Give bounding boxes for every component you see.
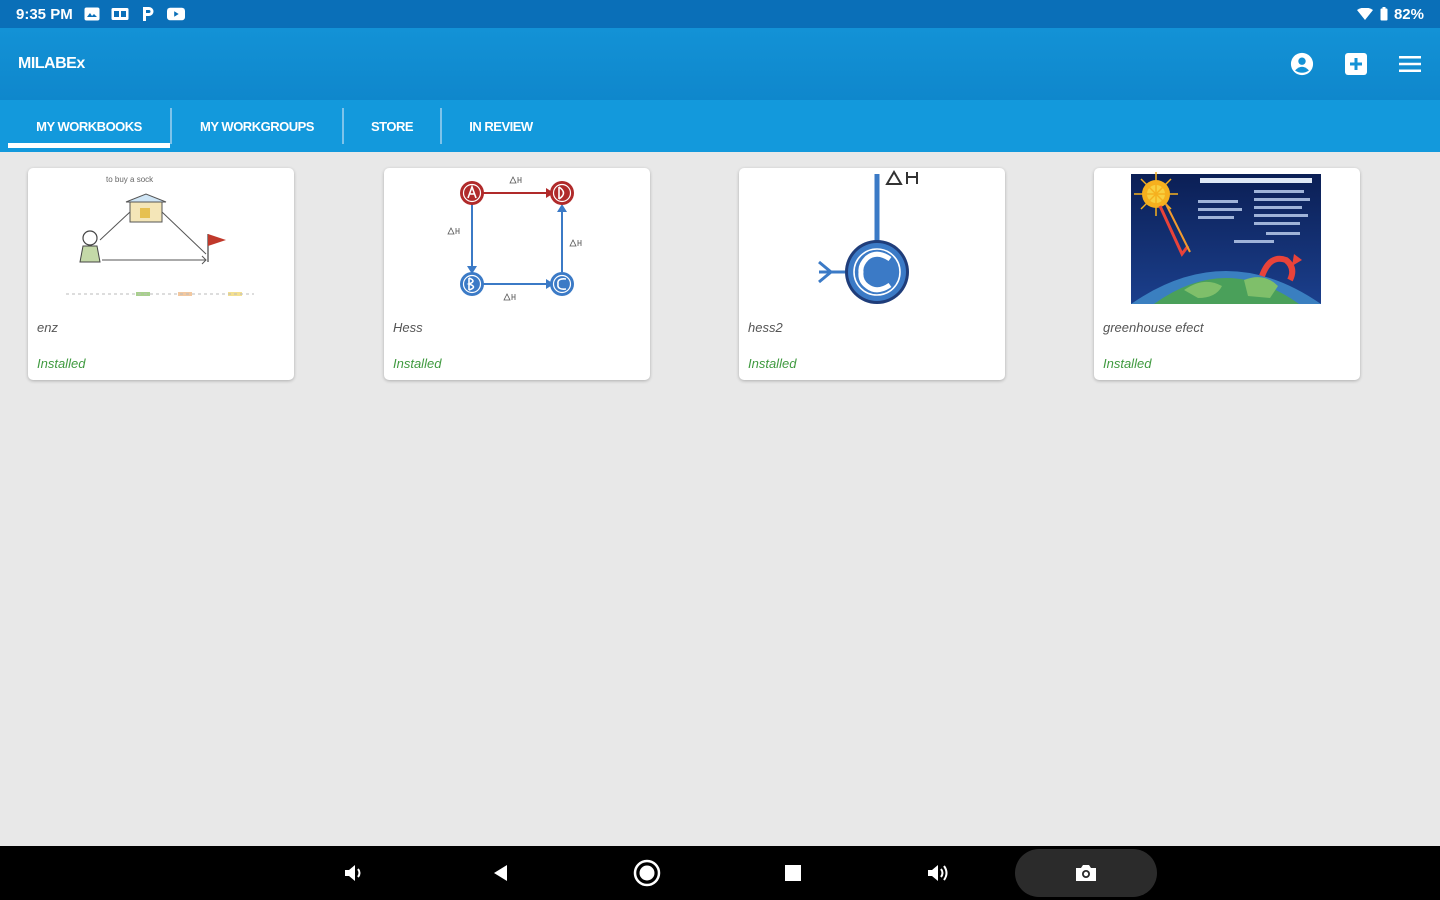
app-actions bbox=[1290, 52, 1422, 76]
recents-button[interactable] bbox=[779, 859, 807, 887]
volume-down-icon bbox=[345, 865, 361, 881]
tab-in-review[interactable]: IN REVIEW bbox=[442, 100, 560, 152]
screenshot-button[interactable] bbox=[1015, 849, 1157, 897]
app-bar: MILABEx bbox=[0, 28, 1440, 100]
screenshot-icon bbox=[1076, 865, 1096, 881]
parking-icon bbox=[139, 7, 157, 21]
add-icon bbox=[1345, 53, 1367, 75]
account-button[interactable] bbox=[1290, 52, 1314, 76]
workbook-status: Installed bbox=[748, 356, 797, 371]
tab-label: MY WORKGROUPS bbox=[200, 118, 314, 134]
status-right: 82% bbox=[1356, 6, 1424, 23]
workbook-card-hess[interactable]: Hess Installed bbox=[384, 168, 650, 380]
battery-level: 82% bbox=[1393, 5, 1424, 23]
back-icon bbox=[494, 865, 507, 881]
volume-up-button[interactable] bbox=[925, 859, 953, 887]
status-left: 9:35 PM bbox=[16, 6, 185, 23]
tab-label: IN REVIEW bbox=[469, 118, 533, 134]
menu-button[interactable] bbox=[1398, 52, 1422, 76]
wifi-icon bbox=[1356, 7, 1374, 21]
workbook-title: enz bbox=[37, 320, 58, 335]
image-icon bbox=[83, 7, 101, 21]
system-nav-bar bbox=[0, 846, 1440, 900]
workbook-status: Installed bbox=[1103, 356, 1152, 371]
picture-icon bbox=[111, 7, 129, 21]
workbook-card-enz[interactable]: to buy a sock enz Installed bbox=[28, 168, 294, 380]
recents-icon bbox=[785, 865, 801, 881]
workbook-status: Installed bbox=[393, 356, 442, 371]
workbook-title: hess2 bbox=[748, 320, 783, 335]
tab-label: MY WORKBOOKS bbox=[36, 118, 142, 134]
back-button[interactable] bbox=[486, 859, 514, 887]
workbook-card-greenhouse[interactable]: greenhouse efect Installed bbox=[1094, 168, 1360, 380]
volume-down-button[interactable] bbox=[340, 859, 368, 887]
workbook-status: Installed bbox=[37, 356, 86, 371]
account-icon bbox=[1290, 52, 1314, 76]
workbook-title: greenhouse efect bbox=[1103, 320, 1204, 335]
tab-label: STORE bbox=[370, 118, 414, 134]
status-time: 9:35 PM bbox=[16, 5, 73, 23]
home-button[interactable] bbox=[633, 859, 661, 887]
workbook-card-hess2[interactable]: hess2 Installed bbox=[739, 168, 1005, 380]
app-title: MILABEx bbox=[18, 55, 85, 72]
volume-up-icon bbox=[928, 865, 948, 881]
hess2-thumbnail bbox=[818, 170, 918, 304]
add-button[interactable] bbox=[1344, 52, 1368, 76]
tab-store[interactable]: STORE bbox=[344, 100, 440, 152]
home-icon bbox=[633, 859, 661, 887]
hess-thumbnail bbox=[447, 176, 582, 301]
battery-icon bbox=[1380, 7, 1388, 21]
thumb-caption: to buy a sock bbox=[106, 175, 154, 184]
enz-thumbnail: to buy a sock bbox=[66, 175, 254, 296]
youtube-icon bbox=[166, 7, 185, 21]
workbook-title: Hess bbox=[393, 320, 423, 335]
greenhouse-thumbnail bbox=[1131, 172, 1321, 304]
menu-icon bbox=[1399, 56, 1421, 72]
status-bar: 9:35 PM 82% bbox=[0, 0, 1440, 28]
tab-my-workbooks[interactable]: MY WORKBOOKS bbox=[8, 100, 170, 152]
tab-my-workgroups[interactable]: MY WORKGROUPS bbox=[172, 100, 342, 152]
tab-bar: MY WORKBOOKS MY WORKGROUPS STORE IN REVI… bbox=[0, 100, 1440, 152]
